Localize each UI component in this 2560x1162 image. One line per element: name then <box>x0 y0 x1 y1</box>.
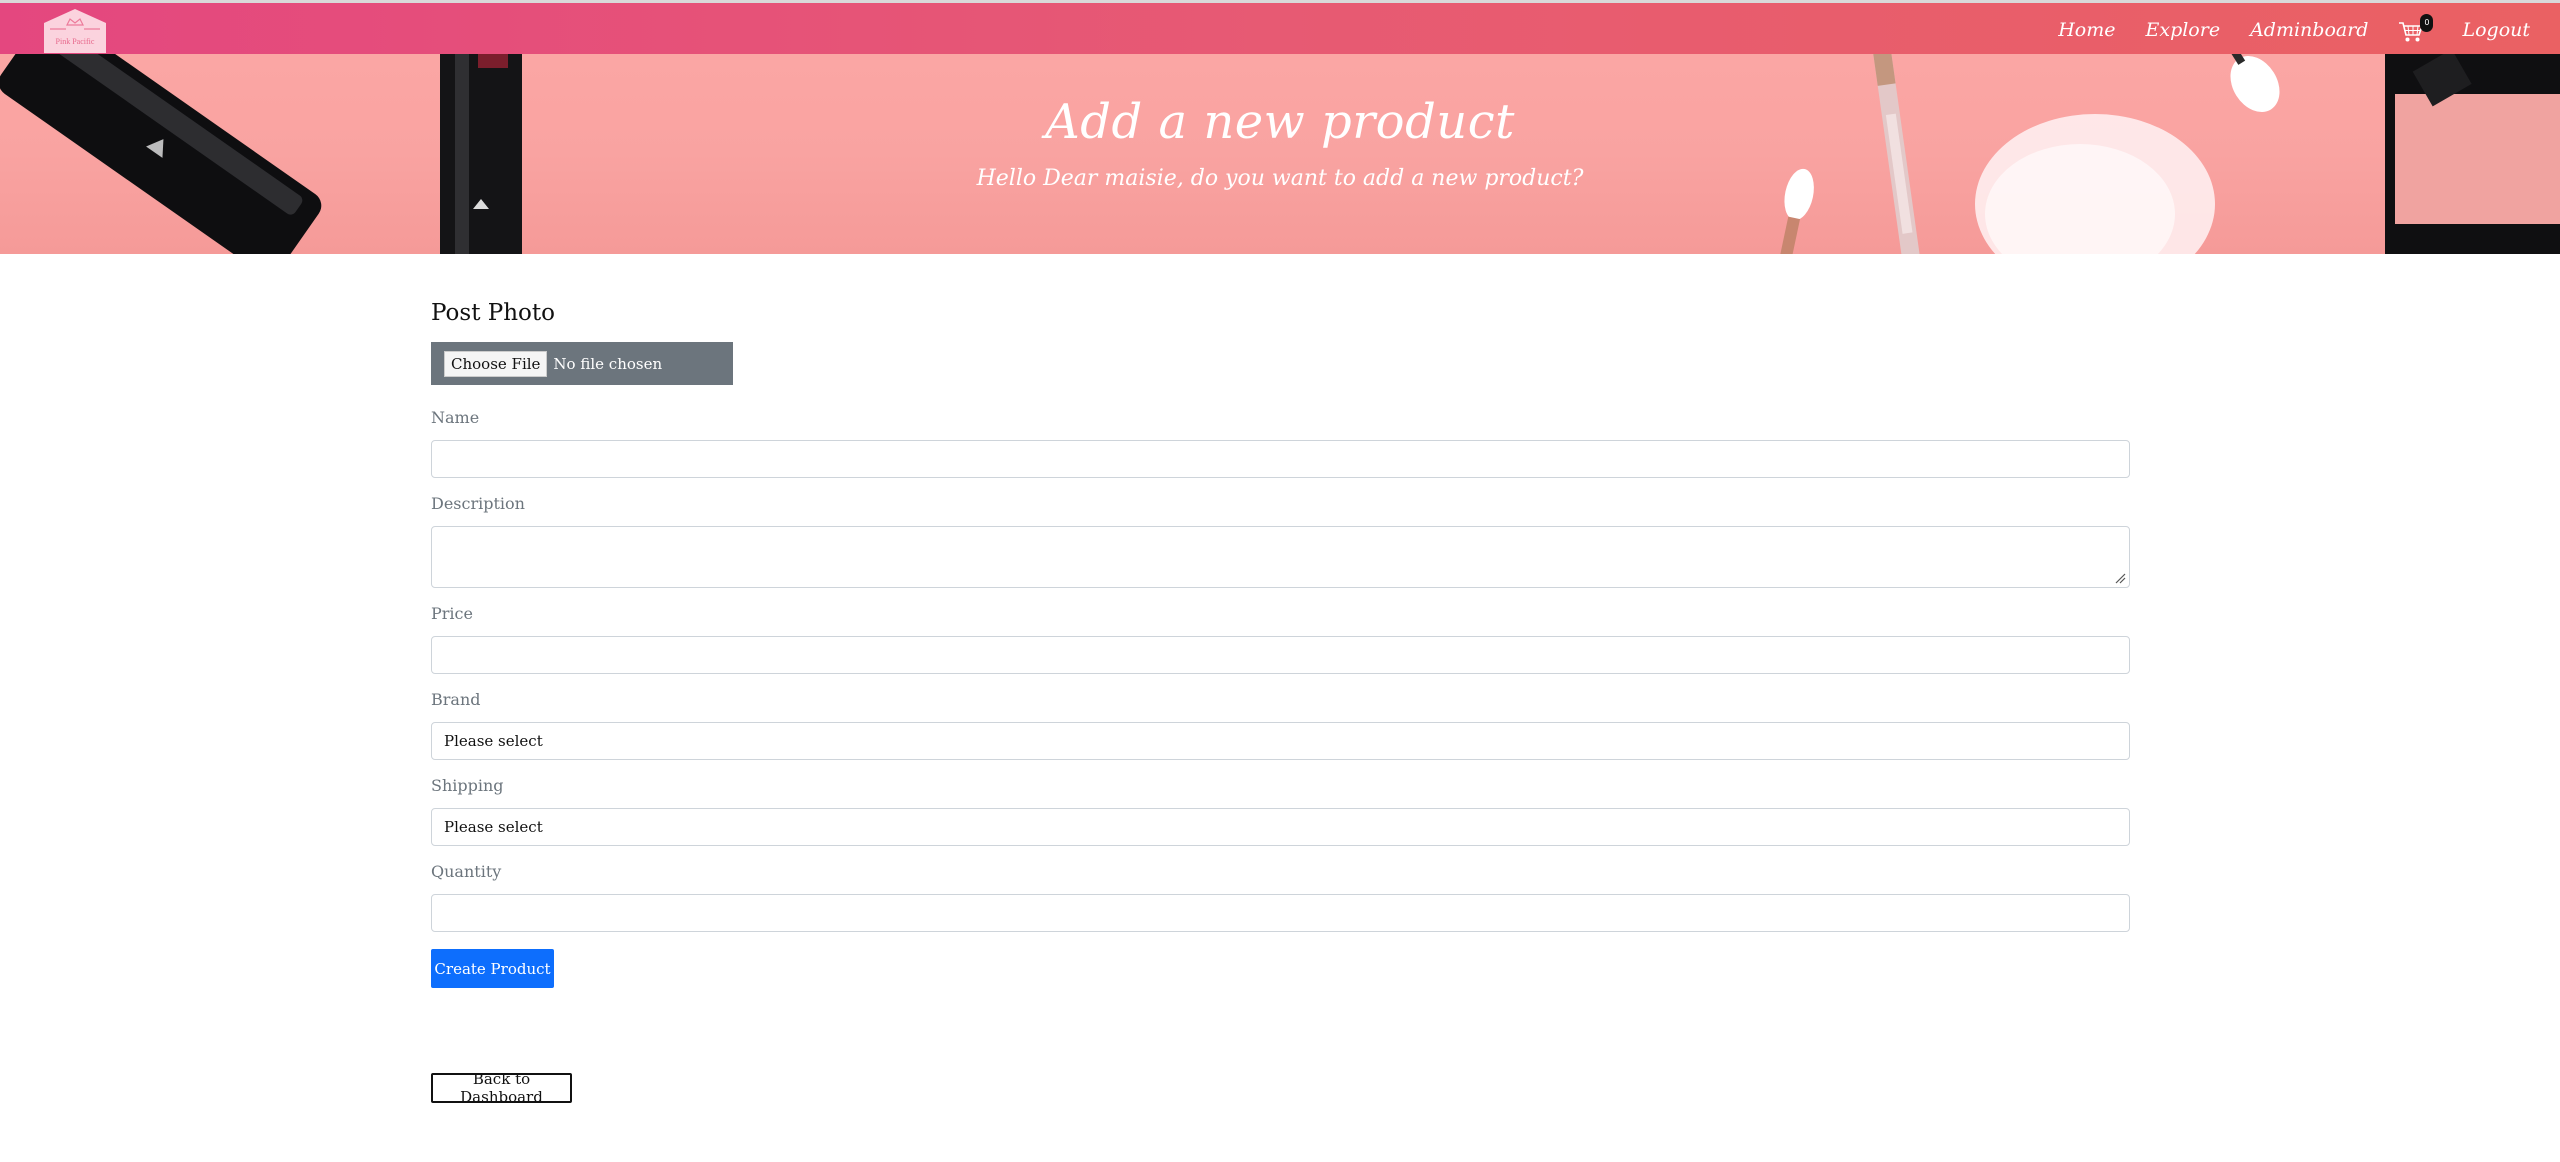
price-input[interactable] <box>431 636 2130 674</box>
nav-adminboard[interactable]: Adminboard <box>2250 19 2368 41</box>
quantity-label: Quantity <box>431 862 502 881</box>
nav-logout[interactable]: Logout <box>2462 19 2530 41</box>
cart-count-badge: 0 <box>2420 14 2434 32</box>
shipping-label: Shipping <box>431 776 504 795</box>
create-product-button[interactable]: Create Product <box>431 949 554 988</box>
nav-links: Home Explore Adminboard 0 Logout <box>2058 14 2530 45</box>
name-input[interactable] <box>431 440 2130 478</box>
makeup-background-image <box>0 54 2560 254</box>
choose-file-button[interactable]: Choose File <box>444 350 548 377</box>
nav-home[interactable]: Home <box>2058 19 2115 41</box>
nav-explore[interactable]: Explore <box>2145 19 2220 41</box>
description-label: Description <box>431 494 525 513</box>
brand-logo[interactable]: Pink Pacific <box>40 7 110 55</box>
post-photo-heading: Post Photo <box>431 300 555 326</box>
file-upload[interactable]: Choose File No file chosen <box>431 342 733 385</box>
shipping-select[interactable]: Please select <box>431 808 2130 846</box>
price-label: Price <box>431 604 473 623</box>
crown-icon <box>44 9 106 53</box>
hero-banner: Add a new product Hello Dear maisie, do … <box>0 54 2560 254</box>
cart-button[interactable]: 0 <box>2398 14 2434 44</box>
brand-name: Pink Pacific <box>55 37 95 46</box>
back-to-dashboard-button[interactable]: Back to Dashboard <box>431 1070 572 1106</box>
file-status: No file chosen <box>553 354 663 373</box>
navbar: Pink Pacific Home Explore Adminboard 0 L… <box>0 0 2560 54</box>
description-textarea[interactable] <box>431 526 2130 588</box>
resize-handle-icon[interactable] <box>2114 572 2126 584</box>
page-title: Add a new product <box>1045 94 1515 150</box>
page-subtitle: Hello Dear maisie, do you want to add a … <box>976 166 1584 191</box>
name-label: Name <box>431 408 480 427</box>
quantity-input[interactable] <box>431 894 2130 932</box>
brand-label: Brand <box>431 690 481 709</box>
brand-select[interactable]: Please select <box>431 722 2130 760</box>
